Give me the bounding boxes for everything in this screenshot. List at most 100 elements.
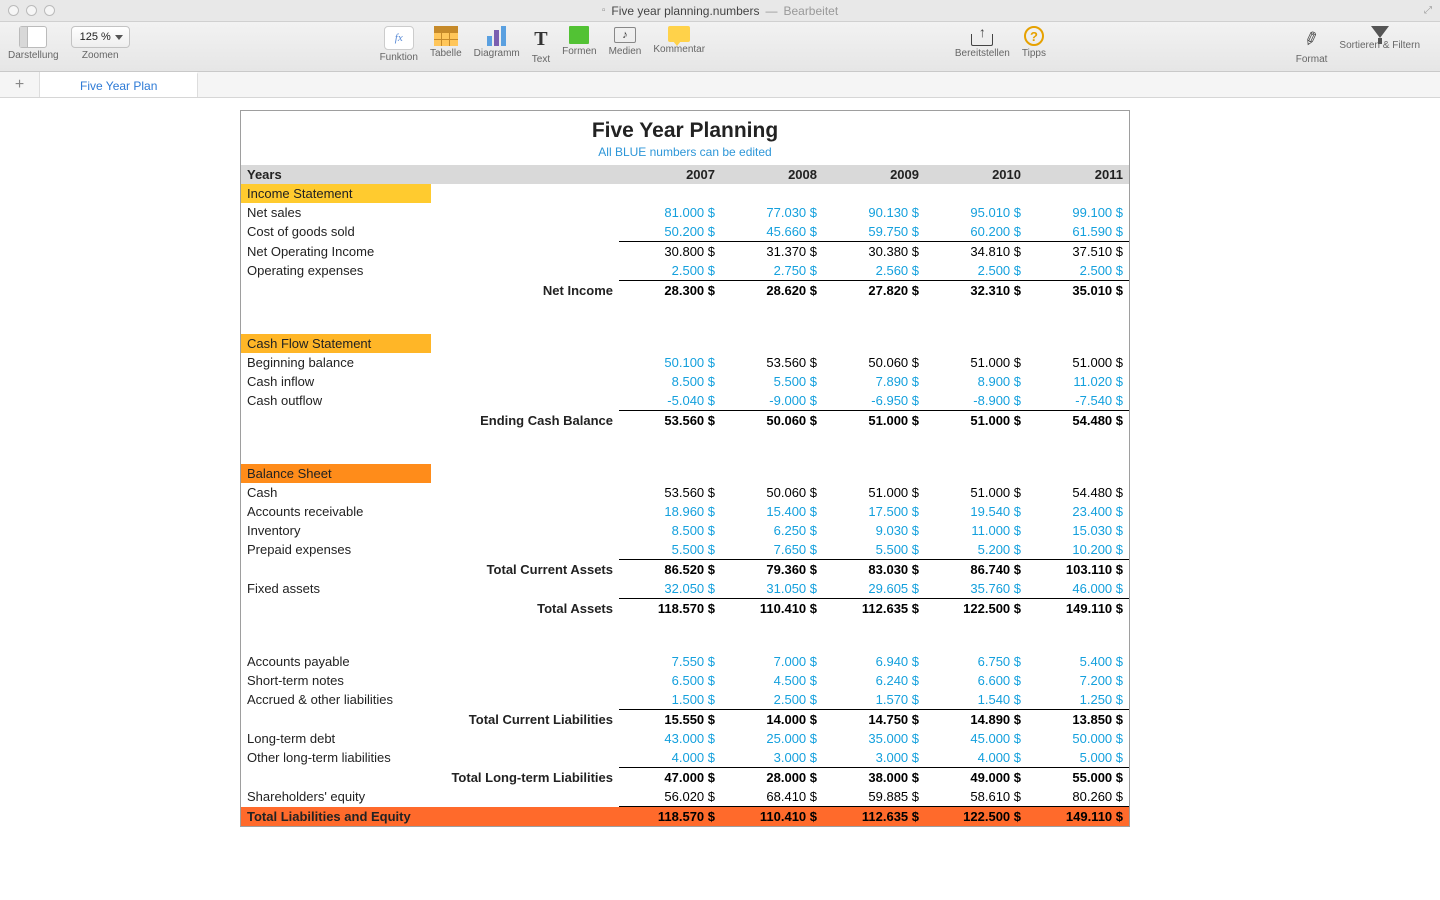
cell[interactable]: 2.500 $ <box>1027 261 1129 281</box>
row-inv[interactable]: Inventory 8.500 $ 6.250 $ 9.030 $ 11.000… <box>241 521 1129 540</box>
row-tca[interactable]: Total Current Assets 86.520 $ 79.360 $ 8… <box>241 560 1129 580</box>
cell[interactable]: 51.000 $ <box>823 411 925 431</box>
bal-header-row[interactable]: Balance Sheet <box>241 464 1129 483</box>
cell[interactable]: 10.200 $ <box>1027 540 1129 560</box>
cell[interactable]: 90.130 $ <box>823 203 925 222</box>
cell[interactable]: 19.540 $ <box>925 502 1027 521</box>
cell[interactable]: 61.590 $ <box>1027 222 1129 242</box>
cell[interactable]: 14.890 $ <box>925 710 1027 730</box>
cell[interactable]: 32.050 $ <box>619 579 721 599</box>
share-tool[interactable]: Bereitstellen <box>955 26 1010 59</box>
cell[interactable]: 4.500 $ <box>721 671 823 690</box>
cell[interactable]: 51.000 $ <box>823 483 925 502</box>
year-col-4[interactable]: 2011 <box>1027 165 1129 184</box>
cell[interactable]: 17.500 $ <box>823 502 925 521</box>
income-header-row[interactable]: Income Statement <box>241 184 1129 203</box>
cell[interactable]: 30.800 $ <box>619 242 721 262</box>
year-col-3[interactable]: 2010 <box>925 165 1027 184</box>
view-tool[interactable]: Darstellung <box>8 26 59 61</box>
cell[interactable]: 54.480 $ <box>1027 411 1129 431</box>
cell[interactable]: 149.110 $ <box>1027 807 1129 827</box>
zoom-tool[interactable]: 125 % Zoomen <box>71 26 130 61</box>
zoom-window-button[interactable] <box>44 5 55 16</box>
cell[interactable]: 103.110 $ <box>1027 560 1129 580</box>
cell[interactable]: 46.000 $ <box>1027 579 1129 599</box>
cell[interactable]: 54.480 $ <box>1027 483 1129 502</box>
cell[interactable]: 15.400 $ <box>721 502 823 521</box>
cell[interactable]: 83.030 $ <box>823 560 925 580</box>
row-tltl[interactable]: Total Long-term Liabilities 47.000 $ 28.… <box>241 768 1129 788</box>
cell[interactable]: 11.000 $ <box>925 521 1027 540</box>
cell[interactable]: 112.635 $ <box>823 599 925 619</box>
cell[interactable]: 6.600 $ <box>925 671 1027 690</box>
cell[interactable]: 112.635 $ <box>823 807 925 827</box>
cell[interactable]: 50.060 $ <box>721 483 823 502</box>
data-table[interactable]: Years 2007 2008 2009 2010 2011 Income St… <box>241 165 1129 826</box>
row-se[interactable]: Shareholders' equity 56.020 $ 68.410 $ 5… <box>241 787 1129 807</box>
cell[interactable]: 51.000 $ <box>925 353 1027 372</box>
cell[interactable]: 6.500 $ <box>619 671 721 690</box>
cell[interactable]: 95.010 $ <box>925 203 1027 222</box>
cell[interactable]: 2.560 $ <box>823 261 925 281</box>
cell[interactable]: 30.380 $ <box>823 242 925 262</box>
cell[interactable]: 50.000 $ <box>1027 729 1129 748</box>
cell[interactable]: 31.050 $ <box>721 579 823 599</box>
cell[interactable]: 6.750 $ <box>925 652 1027 671</box>
row-opex[interactable]: Operating expenses 2.500 $ 2.750 $ 2.560… <box>241 261 1129 281</box>
comment-tool[interactable]: Kommentar <box>653 26 705 55</box>
cell[interactable]: 5.500 $ <box>619 540 721 560</box>
cell[interactable]: 27.820 $ <box>823 281 925 301</box>
cell[interactable]: 47.000 $ <box>619 768 721 788</box>
cell[interactable]: 6.940 $ <box>823 652 925 671</box>
row-stn[interactable]: Short-term notes 6.500 $ 4.500 $ 6.240 $… <box>241 671 1129 690</box>
cell[interactable]: 28.620 $ <box>721 281 823 301</box>
year-col-0[interactable]: 2007 <box>619 165 721 184</box>
minimize-window-button[interactable] <box>26 5 37 16</box>
cell[interactable]: 14.000 $ <box>721 710 823 730</box>
cell[interactable]: 35.010 $ <box>1027 281 1129 301</box>
cell[interactable]: 3.000 $ <box>823 748 925 768</box>
cell[interactable]: 50.200 $ <box>619 222 721 242</box>
cell[interactable]: 51.000 $ <box>925 483 1027 502</box>
cell[interactable]: 110.410 $ <box>721 807 823 827</box>
cell[interactable]: 8.500 $ <box>619 372 721 391</box>
cell[interactable]: 5.000 $ <box>1027 748 1129 768</box>
cell[interactable]: 68.410 $ <box>721 787 823 807</box>
cell[interactable]: 60.200 $ <box>925 222 1027 242</box>
row-cogs[interactable]: Cost of goods sold 50.200 $ 45.660 $ 59.… <box>241 222 1129 242</box>
cell[interactable]: -9.000 $ <box>721 391 823 411</box>
cell[interactable]: 59.885 $ <box>823 787 925 807</box>
row-accr[interactable]: Accrued & other liabilities 1.500 $ 2.50… <box>241 690 1129 710</box>
cell[interactable]: 118.570 $ <box>619 807 721 827</box>
row-ta[interactable]: Total Assets 118.570 $ 110.410 $ 112.635… <box>241 599 1129 619</box>
row-tle[interactable]: Total Liabilities and Equity 118.570 $ 1… <box>241 807 1129 827</box>
row-ar[interactable]: Accounts receivable 18.960 $ 15.400 $ 17… <box>241 502 1129 521</box>
cell[interactable]: 9.030 $ <box>823 521 925 540</box>
cell[interactable]: 53.560 $ <box>721 353 823 372</box>
cell[interactable]: 50.060 $ <box>721 411 823 431</box>
cell[interactable]: 23.400 $ <box>1027 502 1129 521</box>
row-begin-bal[interactable]: Beginning balance 50.100 $ 53.560 $ 50.0… <box>241 353 1129 372</box>
cell[interactable]: 43.000 $ <box>619 729 721 748</box>
cell[interactable]: 18.960 $ <box>619 502 721 521</box>
cell[interactable]: 55.000 $ <box>1027 768 1129 788</box>
sort-filter-tool[interactable]: Sortieren & Filtern <box>1339 26 1420 51</box>
cell[interactable]: 1.250 $ <box>1027 690 1129 710</box>
cell[interactable]: 38.000 $ <box>823 768 925 788</box>
cell[interactable]: 7.200 $ <box>1027 671 1129 690</box>
text-tool[interactable]: T Text <box>532 26 550 65</box>
cell[interactable]: 79.360 $ <box>721 560 823 580</box>
cell[interactable]: 86.740 $ <box>925 560 1027 580</box>
cell[interactable]: 5.400 $ <box>1027 652 1129 671</box>
cell[interactable]: 53.560 $ <box>619 411 721 431</box>
cell[interactable]: 32.310 $ <box>925 281 1027 301</box>
cell[interactable]: 5.500 $ <box>721 372 823 391</box>
cell[interactable]: 45.000 $ <box>925 729 1027 748</box>
format-tool[interactable]: Format <box>1296 26 1328 65</box>
cell[interactable]: -5.040 $ <box>619 391 721 411</box>
cell[interactable]: 4.000 $ <box>925 748 1027 768</box>
spreadsheet-table[interactable]: Five Year Planning All BLUE numbers can … <box>240 110 1130 827</box>
cell[interactable]: 2.500 $ <box>925 261 1027 281</box>
cell[interactable]: 58.610 $ <box>925 787 1027 807</box>
add-sheet-button[interactable]: + <box>0 72 40 97</box>
